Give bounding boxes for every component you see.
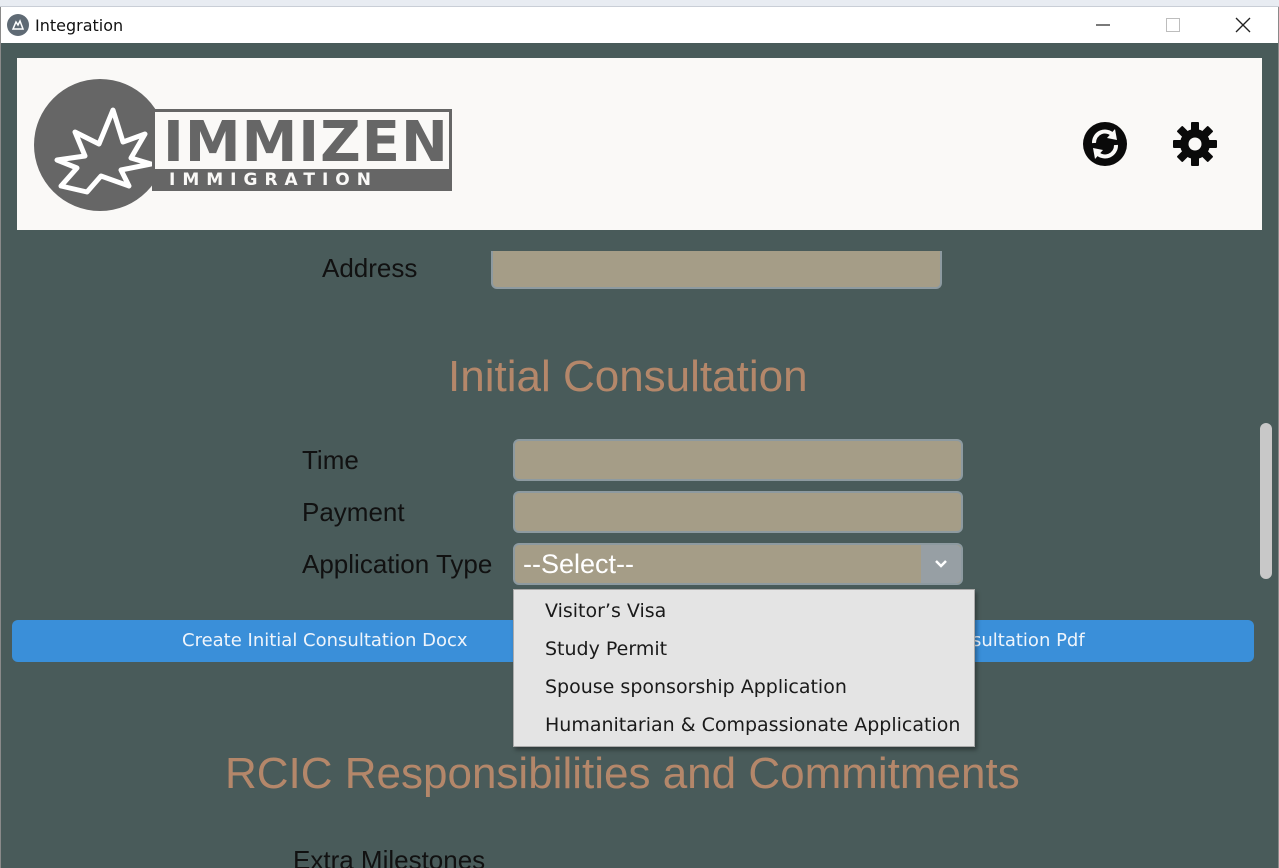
maple-leaf-logo-icon: [54, 107, 154, 195]
close-button[interactable]: [1208, 7, 1278, 43]
maximize-button[interactable]: [1138, 7, 1208, 43]
dropdown-toggle[interactable]: [921, 545, 961, 583]
create-initial-consultation-pdf-button[interactable]: sultation Pdf: [972, 630, 1085, 651]
minimize-button[interactable]: [1068, 7, 1138, 43]
rcic-section-title: RCIC Responsibilities and Commitments: [225, 749, 1020, 798]
app-icon: [7, 14, 29, 36]
create-initial-consultation-docx-button[interactable]: Create Initial Consultation Docx: [182, 630, 468, 651]
maximize-icon: [1166, 18, 1180, 32]
address-label: Address: [322, 253, 418, 283]
dropdown-option-humanitarian[interactable]: Humanitarian & Compassionate Application: [545, 710, 960, 740]
dropdown-option-visitors-visa[interactable]: Visitor’s Visa: [545, 596, 666, 626]
vertical-scrollbar[interactable]: [1260, 423, 1272, 579]
address-input[interactable]: [491, 251, 942, 289]
chevron-down-icon: [935, 560, 947, 568]
time-label: Time: [302, 445, 359, 475]
header-banner: IMMIZEN IMMIGRATION: [17, 58, 1262, 230]
application-type-label: Application Type: [302, 549, 493, 579]
time-input[interactable]: [513, 439, 963, 481]
minimize-icon: [1096, 24, 1110, 26]
sync-icon: [1083, 122, 1127, 166]
application-type-select[interactable]: --Select--: [513, 543, 963, 585]
logo-subtitle-text: IMMIGRATION: [169, 170, 378, 190]
title-bar: Integration: [1, 7, 1278, 43]
gear-icon: [1173, 122, 1217, 166]
payment-label: Payment: [302, 497, 405, 527]
application-type-selected-value: --Select--: [523, 549, 635, 579]
background-app-strip: [0, 0, 1279, 7]
integration-window: Integration IMMIZEN IMMIGRATION Address …: [0, 7, 1279, 868]
window-title: Integration: [35, 15, 124, 35]
settings-button[interactable]: [1171, 120, 1219, 168]
application-type-dropdown-list: Visitor’s Visa Study Permit Spouse spons…: [513, 589, 975, 747]
dropdown-option-spouse-sponsorship[interactable]: Spouse sponsorship Application: [545, 672, 847, 702]
sync-button[interactable]: [1081, 120, 1129, 168]
payment-input[interactable]: [513, 491, 963, 533]
dropdown-option-study-permit[interactable]: Study Permit: [545, 634, 667, 664]
logo-main-text: IMMIZEN: [163, 110, 449, 175]
window-controls: [1068, 7, 1278, 43]
extra-milestones-label: Extra Milestones: [293, 845, 486, 868]
close-icon: [1235, 17, 1251, 33]
initial-consultation-title: Initial Consultation: [448, 352, 808, 401]
